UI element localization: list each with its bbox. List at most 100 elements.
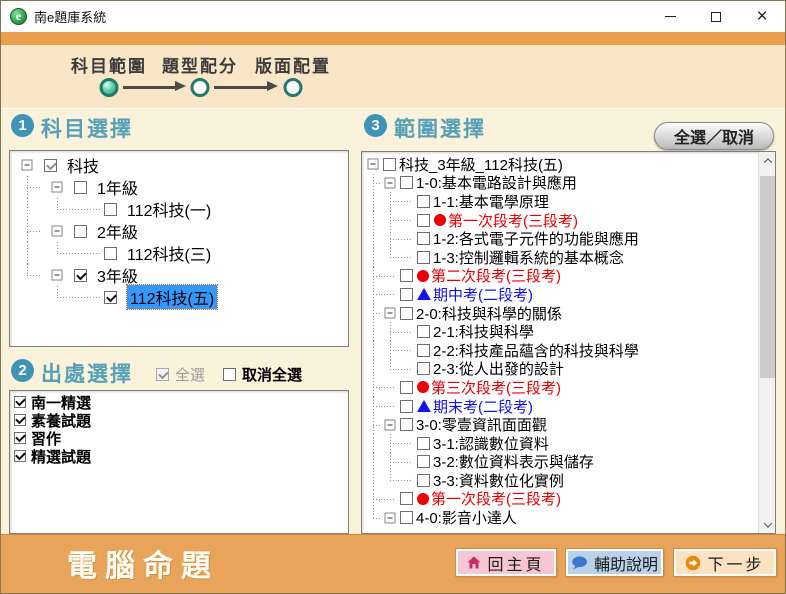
list-item[interactable]: 精選試題 [13, 447, 346, 465]
step-circle[interactable] [284, 78, 303, 97]
tree-checkbox[interactable] [417, 214, 430, 227]
item-checkbox[interactable] [14, 450, 26, 462]
tree-guide [381, 341, 398, 360]
tree-node[interactable]: 112科技(一) [12, 198, 346, 220]
expand-toggle-icon[interactable] [384, 308, 395, 319]
item-checkbox[interactable] [14, 414, 26, 426]
tree-node[interactable]: 科技_3年級_112科技(五) [364, 155, 756, 174]
tree-node[interactable]: 3-2:數位資料表示與儲存 [364, 453, 756, 472]
expand-toggle-icon[interactable] [384, 419, 395, 430]
deselect-all-checkbox[interactable]: 取消全選 [223, 364, 302, 385]
tree-checkbox[interactable] [400, 176, 413, 189]
tree-node-label[interactable]: 112科技(三) [127, 241, 211, 265]
list-item[interactable]: 習作 [13, 429, 346, 447]
maximize-button[interactable] [693, 1, 739, 32]
tree-node[interactable]: 第三次段考(三段考) [364, 378, 756, 397]
tree-node[interactable]: 3-0:零壹資訊面面觀 [364, 415, 756, 434]
tree-checkbox[interactable] [417, 344, 430, 357]
expand-toggle-icon[interactable] [384, 512, 395, 523]
tree-checkbox[interactable] [44, 159, 57, 172]
tree-checkbox[interactable] [400, 400, 413, 413]
item-checkbox[interactable] [14, 396, 26, 408]
tree-node-label[interactable]: 4-0:影音小達人 [416, 507, 517, 528]
tree-guide [398, 229, 415, 248]
close-button[interactable]: × [739, 1, 785, 32]
tree-node-label[interactable]: 112科技(五) [127, 285, 217, 309]
tree-node-label[interactable]: 3年級 [97, 263, 138, 287]
minimize-button[interactable] [647, 1, 693, 32]
tree-checkbox[interactable] [417, 455, 430, 468]
tree-node-label[interactable]: 112科技(一) [127, 197, 211, 221]
scrollbar[interactable] [758, 152, 775, 533]
item-checkbox[interactable] [14, 432, 26, 444]
tree-node[interactable]: 2-1:科技與科學 [364, 322, 756, 341]
select-toggle-button[interactable]: 全選／取消 [654, 122, 774, 150]
help-button[interactable]: 輔助說明 [566, 549, 663, 576]
scrollbar-thumb[interactable] [760, 176, 775, 378]
tree-node[interactable]: 2-3:從人出發的設計 [364, 360, 756, 379]
tree-checkbox[interactable] [104, 291, 117, 304]
tree-node[interactable]: 112科技(五) [12, 286, 346, 308]
tree-checkbox[interactable] [104, 247, 117, 260]
step-circle[interactable] [191, 78, 210, 97]
tree-checkbox[interactable] [417, 325, 430, 338]
tree-node-label[interactable]: 2年級 [97, 219, 138, 243]
scrollbar-down-button[interactable] [759, 516, 776, 533]
tree-node[interactable]: 4-0:影音小達人 [364, 508, 756, 527]
tree-checkbox[interactable] [400, 418, 413, 431]
expand-toggle-icon[interactable] [52, 226, 63, 237]
tree-node[interactable]: 期末考(二段考) [364, 397, 756, 416]
tree-node[interactable]: 第一次段考(三段考) [364, 490, 756, 509]
expand-toggle-icon[interactable] [22, 160, 33, 171]
tree-node-label[interactable]: 科技 [67, 154, 99, 177]
select-all-checkbox[interactable]: 全選 [156, 364, 205, 385]
tree-checkbox[interactable] [74, 181, 87, 194]
tree-checkbox[interactable] [400, 511, 413, 524]
tree-node[interactable]: 3-1:認識數位資料 [364, 434, 756, 453]
tree-checkbox[interactable] [417, 232, 430, 245]
tree-checkbox[interactable] [417, 251, 430, 264]
tree-checkbox[interactable] [400, 492, 413, 505]
tree-node-label[interactable]: 1年級 [97, 175, 138, 199]
list-item[interactable]: 南一精選 [13, 393, 346, 411]
expand-toggle-icon[interactable] [384, 177, 395, 188]
home-button[interactable]: 回主頁 [456, 549, 556, 576]
tree-guide [364, 378, 381, 397]
tree-node[interactable]: 112科技(三) [12, 242, 346, 264]
scrollbar-up-button[interactable] [759, 152, 776, 169]
tree-checkbox[interactable] [104, 203, 117, 216]
tree-checkbox[interactable] [383, 158, 396, 171]
tree-node[interactable]: 2-2:科技產品蘊含的科技與科學 [364, 341, 756, 360]
tree-checkbox[interactable] [417, 195, 430, 208]
tree-node[interactable]: 1-3:控制邏輯系統的基本概念 [364, 248, 756, 267]
tree-checkbox[interactable] [74, 269, 87, 282]
tree-node[interactable]: 第一次段考(三段考) [364, 211, 756, 230]
tree-checkbox[interactable] [400, 269, 413, 282]
step-arrow-icon [123, 86, 175, 89]
tree-node[interactable]: 1年級 [12, 176, 346, 198]
tree-checkbox[interactable] [400, 288, 413, 301]
tree-node[interactable]: 1-2:各式電子元件的功能與應用 [364, 229, 756, 248]
tree-checkbox[interactable] [417, 474, 430, 487]
tree-checkbox[interactable] [417, 362, 430, 375]
next-button[interactable]: 下一步 [674, 549, 776, 576]
expand-toggle-icon[interactable] [52, 182, 63, 193]
tree-node[interactable]: 2-0:科技與科學的關係 [364, 304, 756, 323]
tree-checkbox[interactable] [74, 225, 87, 238]
tree-node[interactable]: 3年級 [12, 264, 346, 286]
tree-checkbox[interactable] [400, 307, 413, 320]
tree-node[interactable]: 2年級 [12, 220, 346, 242]
tree-node[interactable]: 3-3:資料數位化實例 [364, 471, 756, 490]
tree-node[interactable]: 科技 [12, 154, 346, 176]
list-item[interactable]: 素養試題 [13, 411, 346, 429]
tree-node[interactable]: 期中考(二段考) [364, 285, 756, 304]
tree-node[interactable]: 第二次段考(三段考) [364, 267, 756, 286]
tree-checkbox[interactable] [417, 437, 430, 450]
tree-node[interactable]: 1-0:基本電路設計與應用 [364, 174, 756, 193]
expand-toggle-icon[interactable] [367, 159, 378, 170]
tree-guide [364, 192, 381, 211]
step-circle[interactable] [100, 78, 119, 97]
tree-checkbox[interactable] [400, 381, 413, 394]
tree-node[interactable]: 1-1:基本電學原理 [364, 192, 756, 211]
expand-toggle-icon[interactable] [52, 270, 63, 281]
